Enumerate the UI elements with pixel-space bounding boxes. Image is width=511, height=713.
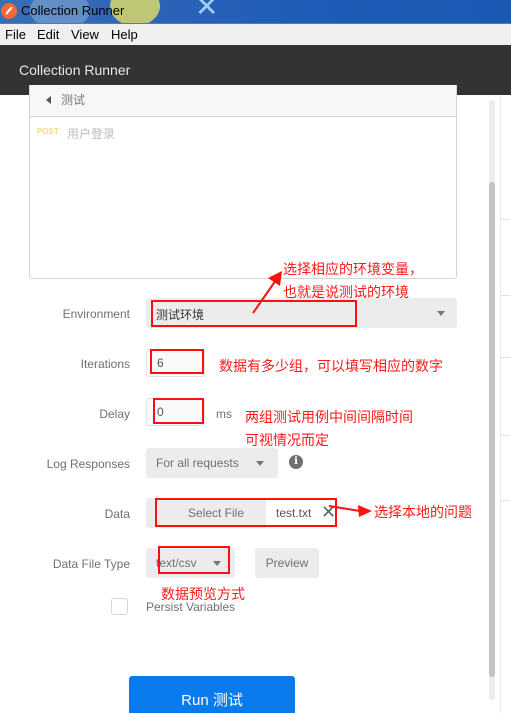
postman-app-icon bbox=[1, 3, 17, 19]
annotation-highlight-environment bbox=[151, 300, 357, 327]
divider bbox=[501, 295, 511, 296]
caret-down-icon bbox=[437, 311, 445, 316]
window-titlebar: ✕ Collection Runner bbox=[0, 0, 511, 23]
wallpaper-decoration: ✕ bbox=[195, 0, 219, 22]
annotation-delay-line1: 两组测试用例中间间隔时间 bbox=[245, 409, 413, 425]
annotation-highlight-data-file-type bbox=[158, 546, 230, 574]
environment-label: Environment bbox=[62, 307, 130, 321]
annotation-iterations: 数据有多少组，可以填写相应的数字 bbox=[219, 358, 443, 374]
preview-button[interactable]: Preview bbox=[255, 548, 319, 578]
collection-header[interactable]: 测试 bbox=[29, 85, 457, 117]
window-title: Collection Runner bbox=[21, 3, 125, 18]
divider bbox=[501, 500, 511, 501]
menu-bar: File Edit View Help bbox=[0, 24, 511, 45]
delay-unit: ms bbox=[216, 407, 232, 421]
log-responses-label: Log Responses bbox=[46, 457, 130, 471]
annotation-highlight-delay bbox=[153, 398, 204, 424]
annotation-delay-line2: 可视情况而定 bbox=[245, 432, 329, 448]
annotation-data-file-type: 数据预览方式 bbox=[161, 586, 245, 602]
annotation-highlight-iterations bbox=[150, 349, 204, 374]
run-button[interactable]: Run 测试 bbox=[129, 676, 295, 713]
annotation-environment-line1: 选择相应的环境变量， bbox=[283, 261, 423, 277]
annotation-data: 选择本地的问题 bbox=[374, 504, 472, 520]
divider bbox=[501, 357, 511, 358]
persist-variables-checkbox[interactable] bbox=[111, 598, 128, 615]
caret-down-icon bbox=[256, 461, 264, 466]
annotation-environment-line2: 也就是说测试的环境 bbox=[283, 284, 409, 300]
annotation-highlight-data bbox=[155, 498, 337, 527]
divider bbox=[501, 219, 511, 220]
menu-edit[interactable]: Edit bbox=[37, 27, 59, 42]
data-file-type-label: Data File Type bbox=[52, 557, 130, 571]
info-icon[interactable]: i bbox=[289, 455, 303, 469]
delay-label: Delay bbox=[99, 407, 130, 421]
menu-view[interactable]: View bbox=[71, 27, 99, 42]
request-name: 用户登录 bbox=[67, 127, 116, 141]
log-responses-select[interactable]: For all requests bbox=[146, 448, 278, 478]
caret-left-icon[interactable] bbox=[46, 96, 51, 104]
right-panel-edge bbox=[500, 95, 511, 713]
collection-name: 测试 bbox=[61, 93, 86, 107]
data-label: Data bbox=[104, 507, 130, 521]
iterations-label: Iterations bbox=[80, 357, 130, 371]
divider bbox=[501, 435, 511, 436]
scrollbar-thumb[interactable] bbox=[489, 182, 495, 677]
log-responses-value: For all requests bbox=[156, 456, 239, 470]
request-method-badge: POST bbox=[37, 127, 59, 136]
menu-file[interactable]: File bbox=[5, 27, 26, 42]
page-title: Collection Runner bbox=[19, 62, 131, 78]
menu-help[interactable]: Help bbox=[111, 27, 138, 42]
